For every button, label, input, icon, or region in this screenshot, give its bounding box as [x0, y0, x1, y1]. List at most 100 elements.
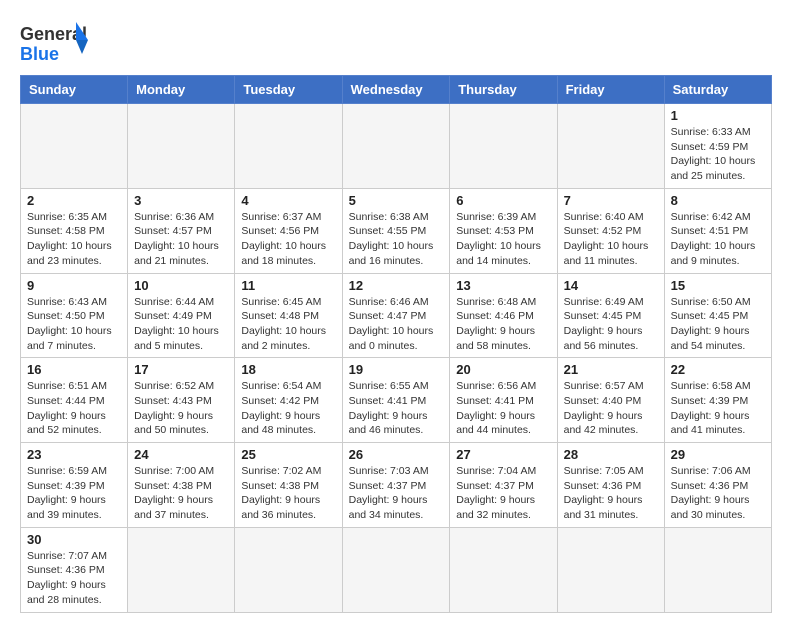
day-number: 10 [134, 278, 228, 293]
calendar-cell: 19 Sunrise: 6:55 AM Sunset: 4:41 PM Dayli… [342, 358, 450, 443]
day-number: 1 [671, 108, 765, 123]
calendar-cell: 11 Sunrise: 6:45 AM Sunset: 4:48 PM Dayli… [235, 273, 342, 358]
calendar-cell: 29 Sunrise: 7:06 AM Sunset: 4:36 PM Dayli… [664, 443, 771, 528]
calendar-cell: 14Sunrise: 6:49 AM Sunset: 4:45 PM Dayli… [557, 273, 664, 358]
calendar-cell: 30Sunrise: 7:07 AM Sunset: 4:36 PM Dayli… [21, 527, 128, 612]
calendar-week-6: 30Sunrise: 7:07 AM Sunset: 4:36 PM Dayli… [21, 527, 772, 612]
calendar-cell [128, 104, 235, 189]
calendar-header-saturday: Saturday [664, 76, 771, 104]
calendar-cell [235, 104, 342, 189]
day-info: Sunrise: 7:06 AM Sunset: 4:36 PM Dayligh… [671, 464, 765, 523]
calendar-cell [450, 104, 557, 189]
calendar-cell [664, 527, 771, 612]
calendar-cell [557, 104, 664, 189]
day-info: Sunrise: 6:49 AM Sunset: 4:45 PM Dayligh… [564, 295, 658, 354]
day-number: 21 [564, 362, 658, 377]
calendar-week-5: 23 Sunrise: 6:59 AM Sunset: 4:39 PM Dayli… [21, 443, 772, 528]
calendar-header-thursday: Thursday [450, 76, 557, 104]
day-number: 11 [241, 278, 335, 293]
calendar-cell [450, 527, 557, 612]
day-info: Sunrise: 6:44 AM Sunset: 4:49 PM Dayligh… [134, 295, 228, 354]
calendar-cell: 7 Sunrise: 6:40 AM Sunset: 4:52 PM Daylig… [557, 188, 664, 273]
day-number: 16 [27, 362, 121, 377]
day-number: 22 [671, 362, 765, 377]
logo-svg: GeneralBlue [20, 20, 90, 65]
svg-text:Blue: Blue [20, 44, 59, 64]
calendar-cell: 3 Sunrise: 6:36 AM Sunset: 4:57 PM Daylig… [128, 188, 235, 273]
logo: GeneralBlue [20, 20, 90, 65]
day-info: Sunrise: 6:54 AM Sunset: 4:42 PM Dayligh… [241, 379, 335, 438]
day-number: 25 [241, 447, 335, 462]
day-number: 19 [349, 362, 444, 377]
calendar-cell: 10 Sunrise: 6:44 AM Sunset: 4:49 PM Dayli… [128, 273, 235, 358]
day-info: Sunrise: 6:42 AM Sunset: 4:51 PM Dayligh… [671, 210, 765, 269]
calendar-cell [342, 104, 450, 189]
day-info: Sunrise: 6:38 AM Sunset: 4:55 PM Dayligh… [349, 210, 444, 269]
calendar-cell: 12 Sunrise: 6:46 AM Sunset: 4:47 PM Dayli… [342, 273, 450, 358]
calendar-cell: 16 Sunrise: 6:51 AM Sunset: 4:44 PM Dayli… [21, 358, 128, 443]
day-number: 3 [134, 193, 228, 208]
calendar-header-friday: Friday [557, 76, 664, 104]
day-info: Sunrise: 6:33 AM Sunset: 4:59 PM Dayligh… [671, 125, 765, 184]
calendar-cell: 24 Sunrise: 7:00 AM Sunset: 4:38 PM Dayli… [128, 443, 235, 528]
day-number: 2 [27, 193, 121, 208]
day-number: 5 [349, 193, 444, 208]
calendar-cell: 1 Sunrise: 6:33 AM Sunset: 4:59 PM Daylig… [664, 104, 771, 189]
day-info: Sunrise: 6:52 AM Sunset: 4:43 PM Dayligh… [134, 379, 228, 438]
calendar-cell: 8Sunrise: 6:42 AM Sunset: 4:51 PM Daylig… [664, 188, 771, 273]
day-info: Sunrise: 6:50 AM Sunset: 4:45 PM Dayligh… [671, 295, 765, 354]
day-info: Sunrise: 6:59 AM Sunset: 4:39 PM Dayligh… [27, 464, 121, 523]
day-number: 28 [564, 447, 658, 462]
day-number: 20 [456, 362, 550, 377]
calendar-cell: 18Sunrise: 6:54 AM Sunset: 4:42 PM Dayli… [235, 358, 342, 443]
day-number: 6 [456, 193, 550, 208]
day-info: Sunrise: 6:48 AM Sunset: 4:46 PM Dayligh… [456, 295, 550, 354]
day-info: Sunrise: 6:46 AM Sunset: 4:47 PM Dayligh… [349, 295, 444, 354]
day-info: Sunrise: 7:07 AM Sunset: 4:36 PM Dayligh… [27, 549, 121, 608]
day-number: 24 [134, 447, 228, 462]
calendar-header-sunday: Sunday [21, 76, 128, 104]
day-number: 23 [27, 447, 121, 462]
calendar-cell: 5 Sunrise: 6:38 AM Sunset: 4:55 PM Daylig… [342, 188, 450, 273]
day-info: Sunrise: 6:51 AM Sunset: 4:44 PM Dayligh… [27, 379, 121, 438]
calendar: SundayMondayTuesdayWednesdayThursdayFrid… [20, 75, 772, 613]
calendar-cell: 28Sunrise: 7:05 AM Sunset: 4:36 PM Dayli… [557, 443, 664, 528]
calendar-cell: 23 Sunrise: 6:59 AM Sunset: 4:39 PM Dayli… [21, 443, 128, 528]
day-info: Sunrise: 6:40 AM Sunset: 4:52 PM Dayligh… [564, 210, 658, 269]
day-number: 7 [564, 193, 658, 208]
day-info: Sunrise: 6:45 AM Sunset: 4:48 PM Dayligh… [241, 295, 335, 354]
calendar-cell: 21Sunrise: 6:57 AM Sunset: 4:40 PM Dayli… [557, 358, 664, 443]
day-info: Sunrise: 6:43 AM Sunset: 4:50 PM Dayligh… [27, 295, 121, 354]
calendar-cell: 17 Sunrise: 6:52 AM Sunset: 4:43 PM Dayli… [128, 358, 235, 443]
day-info: Sunrise: 7:04 AM Sunset: 4:37 PM Dayligh… [456, 464, 550, 523]
calendar-header-row: SundayMondayTuesdayWednesdayThursdayFrid… [21, 76, 772, 104]
calendar-cell: 26Sunrise: 7:03 AM Sunset: 4:37 PM Dayli… [342, 443, 450, 528]
day-number: 29 [671, 447, 765, 462]
calendar-header-tuesday: Tuesday [235, 76, 342, 104]
calendar-cell [235, 527, 342, 612]
calendar-cell [128, 527, 235, 612]
day-number: 17 [134, 362, 228, 377]
calendar-cell: 20Sunrise: 6:56 AM Sunset: 4:41 PM Dayli… [450, 358, 557, 443]
calendar-header-monday: Monday [128, 76, 235, 104]
day-info: Sunrise: 6:39 AM Sunset: 4:53 PM Dayligh… [456, 210, 550, 269]
day-info: Sunrise: 6:36 AM Sunset: 4:57 PM Dayligh… [134, 210, 228, 269]
day-info: Sunrise: 7:02 AM Sunset: 4:38 PM Dayligh… [241, 464, 335, 523]
day-info: Sunrise: 6:55 AM Sunset: 4:41 PM Dayligh… [349, 379, 444, 438]
calendar-cell [21, 104, 128, 189]
calendar-cell: 9Sunrise: 6:43 AM Sunset: 4:50 PM Daylig… [21, 273, 128, 358]
calendar-cell: 6 Sunrise: 6:39 AM Sunset: 4:53 PM Daylig… [450, 188, 557, 273]
day-info: Sunrise: 6:35 AM Sunset: 4:58 PM Dayligh… [27, 210, 121, 269]
day-info: Sunrise: 6:58 AM Sunset: 4:39 PM Dayligh… [671, 379, 765, 438]
day-number: 15 [671, 278, 765, 293]
calendar-week-1: 1 Sunrise: 6:33 AM Sunset: 4:59 PM Daylig… [21, 104, 772, 189]
day-info: Sunrise: 6:37 AM Sunset: 4:56 PM Dayligh… [241, 210, 335, 269]
calendar-cell: 27Sunrise: 7:04 AM Sunset: 4:37 PM Dayli… [450, 443, 557, 528]
calendar-cell: 22 Sunrise: 6:58 AM Sunset: 4:39 PM Dayli… [664, 358, 771, 443]
day-number: 13 [456, 278, 550, 293]
day-number: 12 [349, 278, 444, 293]
day-info: Sunrise: 7:00 AM Sunset: 4:38 PM Dayligh… [134, 464, 228, 523]
calendar-week-2: 2 Sunrise: 6:35 AM Sunset: 4:58 PM Daylig… [21, 188, 772, 273]
calendar-week-4: 16 Sunrise: 6:51 AM Sunset: 4:44 PM Dayli… [21, 358, 772, 443]
calendar-week-3: 9Sunrise: 6:43 AM Sunset: 4:50 PM Daylig… [21, 273, 772, 358]
